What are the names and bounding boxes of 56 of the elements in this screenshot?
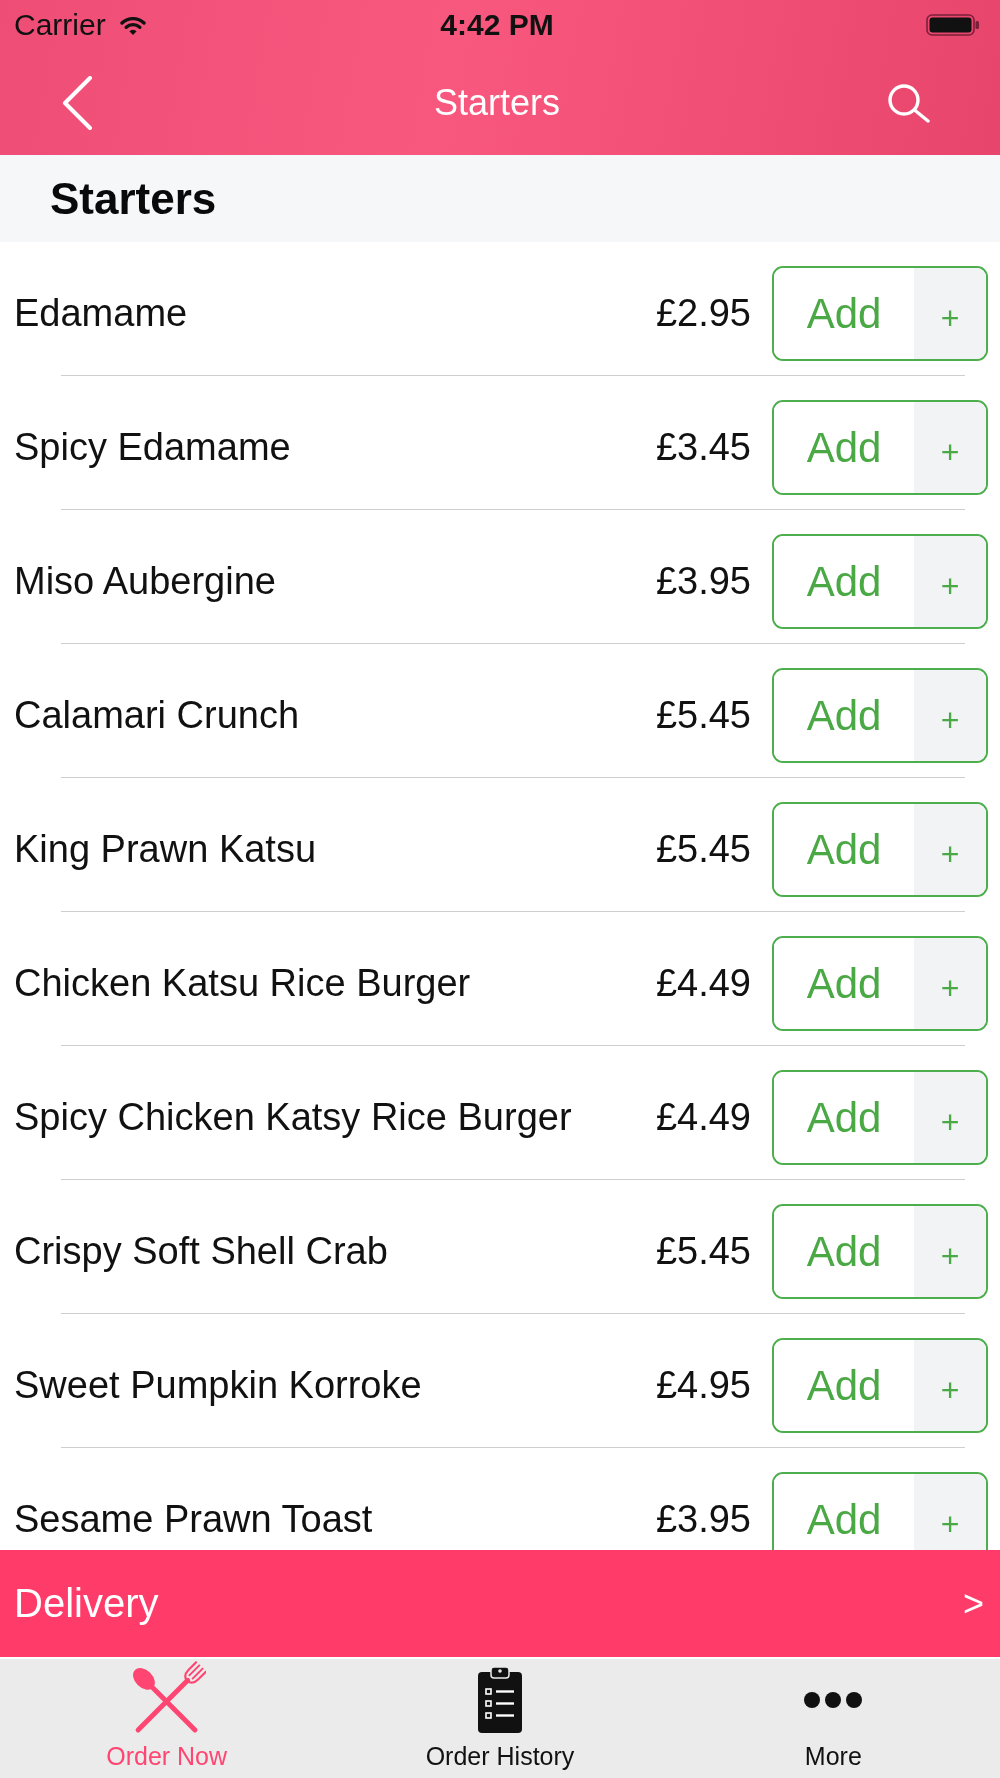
plus-button[interactable]: +: [914, 938, 986, 1029]
tab-button[interactable]: More: [666, 1659, 1000, 1778]
item-price: £4.49: [655, 1096, 751, 1139]
battery-icon: [926, 14, 980, 36]
plus-button[interactable]: +: [914, 670, 986, 761]
add-control[interactable]: Add +: [772, 266, 988, 361]
more-icon: [803, 1691, 864, 1709]
item-price: £4.49: [655, 962, 751, 1005]
add-control[interactable]: Add +: [772, 802, 988, 897]
plus-button[interactable]: +: [914, 1340, 986, 1431]
add-control[interactable]: Add +: [772, 534, 988, 629]
status-time: 4:42 PM: [440, 8, 554, 42]
wifi-icon: [119, 14, 146, 36]
item-price: £4.95: [655, 1364, 751, 1407]
add-control[interactable]: Add +: [772, 1070, 988, 1165]
item-name: Sesame Prawn Toast: [14, 1498, 374, 1541]
plus-button[interactable]: +: [914, 1206, 986, 1297]
item-price: £5.45: [655, 1230, 751, 1273]
item-name: King Prawn Katsu: [14, 828, 318, 871]
plus-button[interactable]: +: [914, 402, 986, 493]
plus-button[interactable]: +: [914, 804, 986, 895]
clipboard-icon: [477, 1666, 523, 1734]
arrow-glyph: >: [962, 1582, 984, 1625]
carrier-name: Carrier: [14, 8, 106, 42]
tab-button[interactable]: Order History: [333, 1659, 667, 1778]
delivery-label: Delivery: [14, 1581, 159, 1626]
item-price: £3.95: [655, 560, 751, 603]
plus-button[interactable]: +: [914, 1474, 986, 1550]
add-control[interactable]: Add +: [772, 1204, 988, 1299]
item-name: Spicy Chicken Katsy Rice Burger: [14, 1096, 573, 1139]
add-control[interactable]: Add +: [772, 1338, 988, 1433]
item-name: Miso Aubergine: [14, 560, 277, 603]
add-control[interactable]: Add +: [772, 936, 988, 1031]
add-control[interactable]: Add +: [772, 1472, 988, 1550]
item-price: £3.45: [655, 426, 751, 469]
tab-button[interactable]: Order Now: [0, 1659, 334, 1778]
item-price: £2.95: [655, 292, 751, 335]
add-control[interactable]: Add +: [772, 668, 988, 763]
add-control[interactable]: Add +: [772, 400, 988, 495]
nav-title: Starters: [433, 81, 560, 124]
item-name: Chicken Katsu Rice Burger: [14, 962, 472, 1005]
plus-button[interactable]: +: [914, 268, 986, 359]
plus-button[interactable]: +: [914, 1072, 986, 1163]
item-name: Crispy Soft Shell Crab: [14, 1230, 389, 1273]
item-name: Calamari Crunch: [14, 694, 301, 737]
delivery-bar[interactable]: Delivery >: [0, 1550, 1000, 1657]
item-price: £5.45: [655, 828, 751, 871]
item-price: £3.95: [655, 1498, 751, 1541]
section-title: Starters: [50, 173, 217, 224]
item-name: Sweet Pumpkin Korroke: [14, 1364, 423, 1407]
search-icon[interactable]: [887, 82, 932, 123]
plus-button[interactable]: +: [914, 536, 986, 627]
item-price: £5.45: [655, 694, 751, 737]
back-icon[interactable]: [62, 75, 92, 130]
item-name: Edamame: [14, 292, 189, 335]
item-name: Spicy Edamame: [14, 426, 292, 469]
